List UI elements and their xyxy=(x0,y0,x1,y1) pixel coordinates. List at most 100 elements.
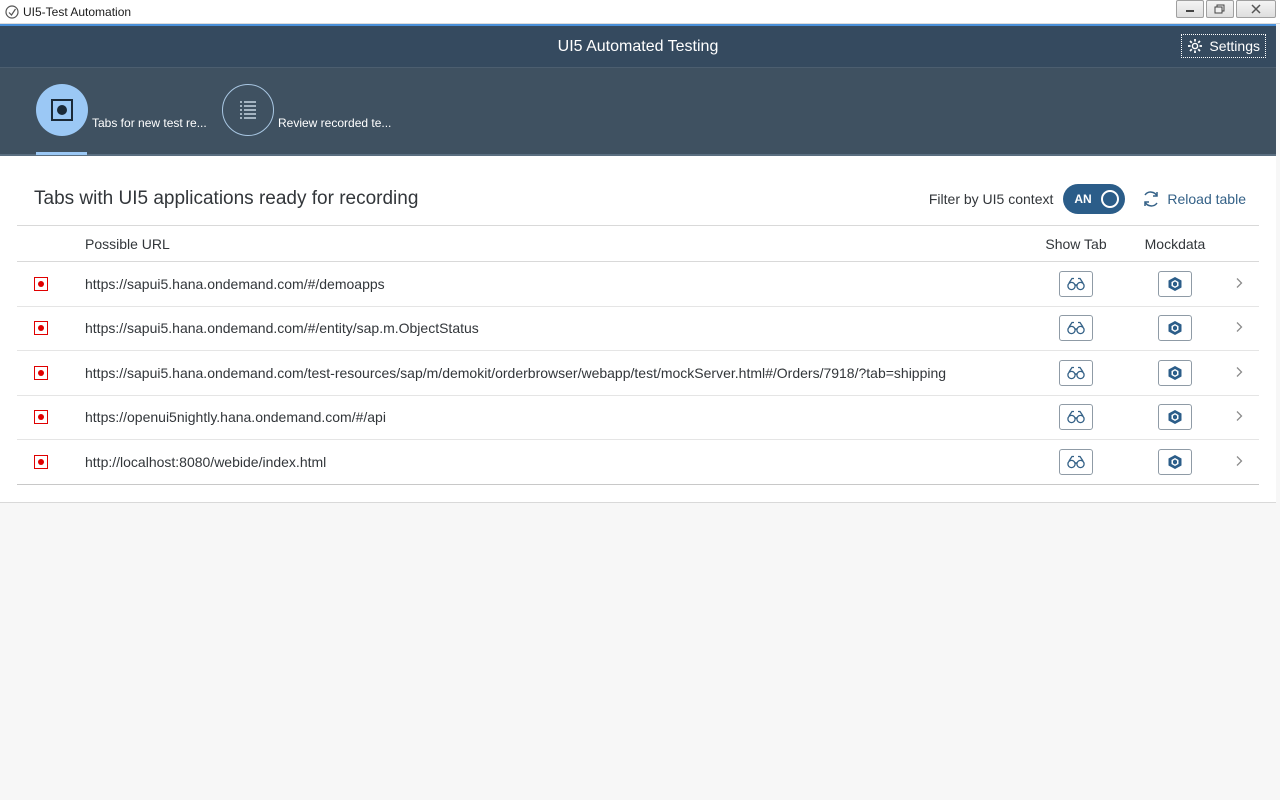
maximize-button[interactable] xyxy=(1206,0,1234,18)
settings-label: Settings xyxy=(1209,38,1260,54)
mockdata-button[interactable] xyxy=(1158,448,1192,475)
status-cell xyxy=(17,262,85,307)
show-tab-button[interactable] xyxy=(1059,270,1093,297)
nav-cell xyxy=(1219,395,1259,440)
url-cell: https://openui5nightly.hana.ondemand.com… xyxy=(85,409,386,426)
table-row[interactable]: https://sapui5.hana.ondemand.com/#/demoa… xyxy=(17,262,1259,307)
glasses-icon xyxy=(1067,455,1085,468)
recording-status-icon xyxy=(34,410,48,425)
show-tab-button[interactable] xyxy=(1059,448,1093,475)
gear-icon xyxy=(1188,39,1203,53)
table-header-row: Possible URL Show Tab Mockdata xyxy=(17,225,1259,262)
mockdata-cell xyxy=(1131,306,1219,351)
show-tab-cell xyxy=(1021,395,1131,440)
chevron-right-icon[interactable] xyxy=(1234,455,1244,467)
recording-status-icon xyxy=(34,321,48,336)
minimize-button[interactable] xyxy=(1176,0,1204,18)
close-icon xyxy=(1251,4,1261,14)
app-title: UI5 Automated Testing xyxy=(557,37,719,55)
status-cell xyxy=(17,440,85,485)
cube-icon xyxy=(1168,410,1182,425)
table-row[interactable]: http://localhost:8080/webide/index.html xyxy=(17,440,1259,485)
window-titlebar: UI5-Test Automation xyxy=(0,0,1280,24)
restore-icon xyxy=(1214,4,1225,14)
window-title: UI5-Test Automation xyxy=(23,4,132,19)
cube-icon xyxy=(1168,321,1182,336)
shell-header: UI5 Automated Testing Settings xyxy=(0,24,1276,67)
chevron-right-icon[interactable] xyxy=(1234,366,1244,378)
status-cell xyxy=(17,351,85,396)
mockdata-cell xyxy=(1131,262,1219,307)
active-tab-indicator xyxy=(36,152,87,155)
glasses-icon xyxy=(1067,277,1085,290)
switch-knob xyxy=(1101,190,1120,208)
mockdata-cell xyxy=(1131,440,1219,485)
status-cell xyxy=(17,395,85,440)
tab-label: Tabs for new test re... xyxy=(92,116,207,130)
table-toolbar: Filter by UI5 context AN Reload table xyxy=(929,184,1246,214)
app-logo-icon xyxy=(4,4,20,20)
content-panel: Tabs with UI5 applications ready for rec… xyxy=(0,156,1276,503)
tab-icon-circle xyxy=(36,84,88,136)
close-button[interactable] xyxy=(1236,0,1276,18)
switch-state-text: AN xyxy=(1074,192,1092,206)
reload-label: Reload table xyxy=(1167,191,1246,207)
cube-icon xyxy=(1168,276,1182,291)
ui5-context-switch[interactable]: AN xyxy=(1063,184,1126,214)
nav-cell xyxy=(1219,440,1259,485)
icon-tab-bar: Tabs for new test re... Review recorded … xyxy=(0,67,1276,156)
glasses-icon xyxy=(1067,322,1085,335)
mockdata-button[interactable] xyxy=(1158,270,1192,297)
filter-label: Filter by UI5 context xyxy=(928,191,1054,207)
url-cell: https://sapui5.hana.ondemand.com/#/demoa… xyxy=(85,275,385,292)
glasses-icon xyxy=(1067,366,1085,379)
recording-tabs-table: Possible URL Show Tab Mockdata https://s… xyxy=(17,225,1259,485)
tab-review-recorded-tests[interactable]: Review recorded te... xyxy=(222,84,391,136)
nav-cell xyxy=(1219,351,1259,396)
show-tab-cell xyxy=(1021,306,1131,351)
column-header-status xyxy=(17,226,85,262)
list-icon xyxy=(240,101,256,119)
minimize-icon xyxy=(1186,10,1194,12)
window-controls xyxy=(1176,0,1276,18)
tab-new-test-recording[interactable]: Tabs for new test re... xyxy=(36,84,207,136)
chevron-right-icon[interactable] xyxy=(1234,410,1244,422)
column-header-show-tab: Show Tab xyxy=(1045,235,1107,252)
recording-status-icon xyxy=(34,454,48,469)
show-tab-button[interactable] xyxy=(1059,359,1093,386)
settings-button[interactable]: Settings xyxy=(1181,34,1266,58)
show-tab-cell xyxy=(1021,262,1131,307)
mockdata-button[interactable] xyxy=(1158,315,1192,342)
recording-status-icon xyxy=(34,276,48,291)
mockdata-button[interactable] xyxy=(1158,404,1192,431)
chevron-right-icon[interactable] xyxy=(1234,321,1244,333)
recording-status-icon xyxy=(34,365,48,380)
show-tab-cell xyxy=(1021,351,1131,396)
nav-cell xyxy=(1219,262,1259,307)
reload-table-button[interactable]: Reload table xyxy=(1141,189,1246,209)
refresh-icon xyxy=(1144,191,1159,207)
show-tab-cell xyxy=(1021,440,1131,485)
page-title: Tabs with UI5 applications ready for rec… xyxy=(34,188,419,209)
mockdata-button[interactable] xyxy=(1158,359,1192,386)
column-header-url: Possible URL xyxy=(85,235,170,252)
url-cell: https://sapui5.hana.ondemand.com/#/entit… xyxy=(85,320,479,337)
table-row[interactable]: https://sapui5.hana.ondemand.com/#/entit… xyxy=(17,306,1259,351)
url-cell: https://sapui5.hana.ondemand.com/test-re… xyxy=(85,364,947,381)
record-icon xyxy=(51,99,73,121)
table-row[interactable]: https://sapui5.hana.ondemand.com/test-re… xyxy=(17,351,1259,396)
cube-icon xyxy=(1168,365,1182,380)
tab-label: Review recorded te... xyxy=(278,116,392,130)
url-cell: http://localhost:8080/webide/index.html xyxy=(85,453,327,470)
mockdata-cell xyxy=(1131,351,1219,396)
chevron-right-icon[interactable] xyxy=(1234,277,1244,289)
table-row[interactable]: https://openui5nightly.hana.ondemand.com… xyxy=(17,395,1259,440)
mockdata-cell xyxy=(1131,395,1219,440)
show-tab-button[interactable] xyxy=(1059,315,1093,342)
tab-icon-circle xyxy=(222,84,274,136)
cube-icon xyxy=(1168,454,1182,469)
show-tab-button[interactable] xyxy=(1059,404,1093,431)
column-header-nav xyxy=(1219,226,1259,262)
nav-cell xyxy=(1219,306,1259,351)
column-header-mockdata: Mockdata xyxy=(1144,235,1206,252)
